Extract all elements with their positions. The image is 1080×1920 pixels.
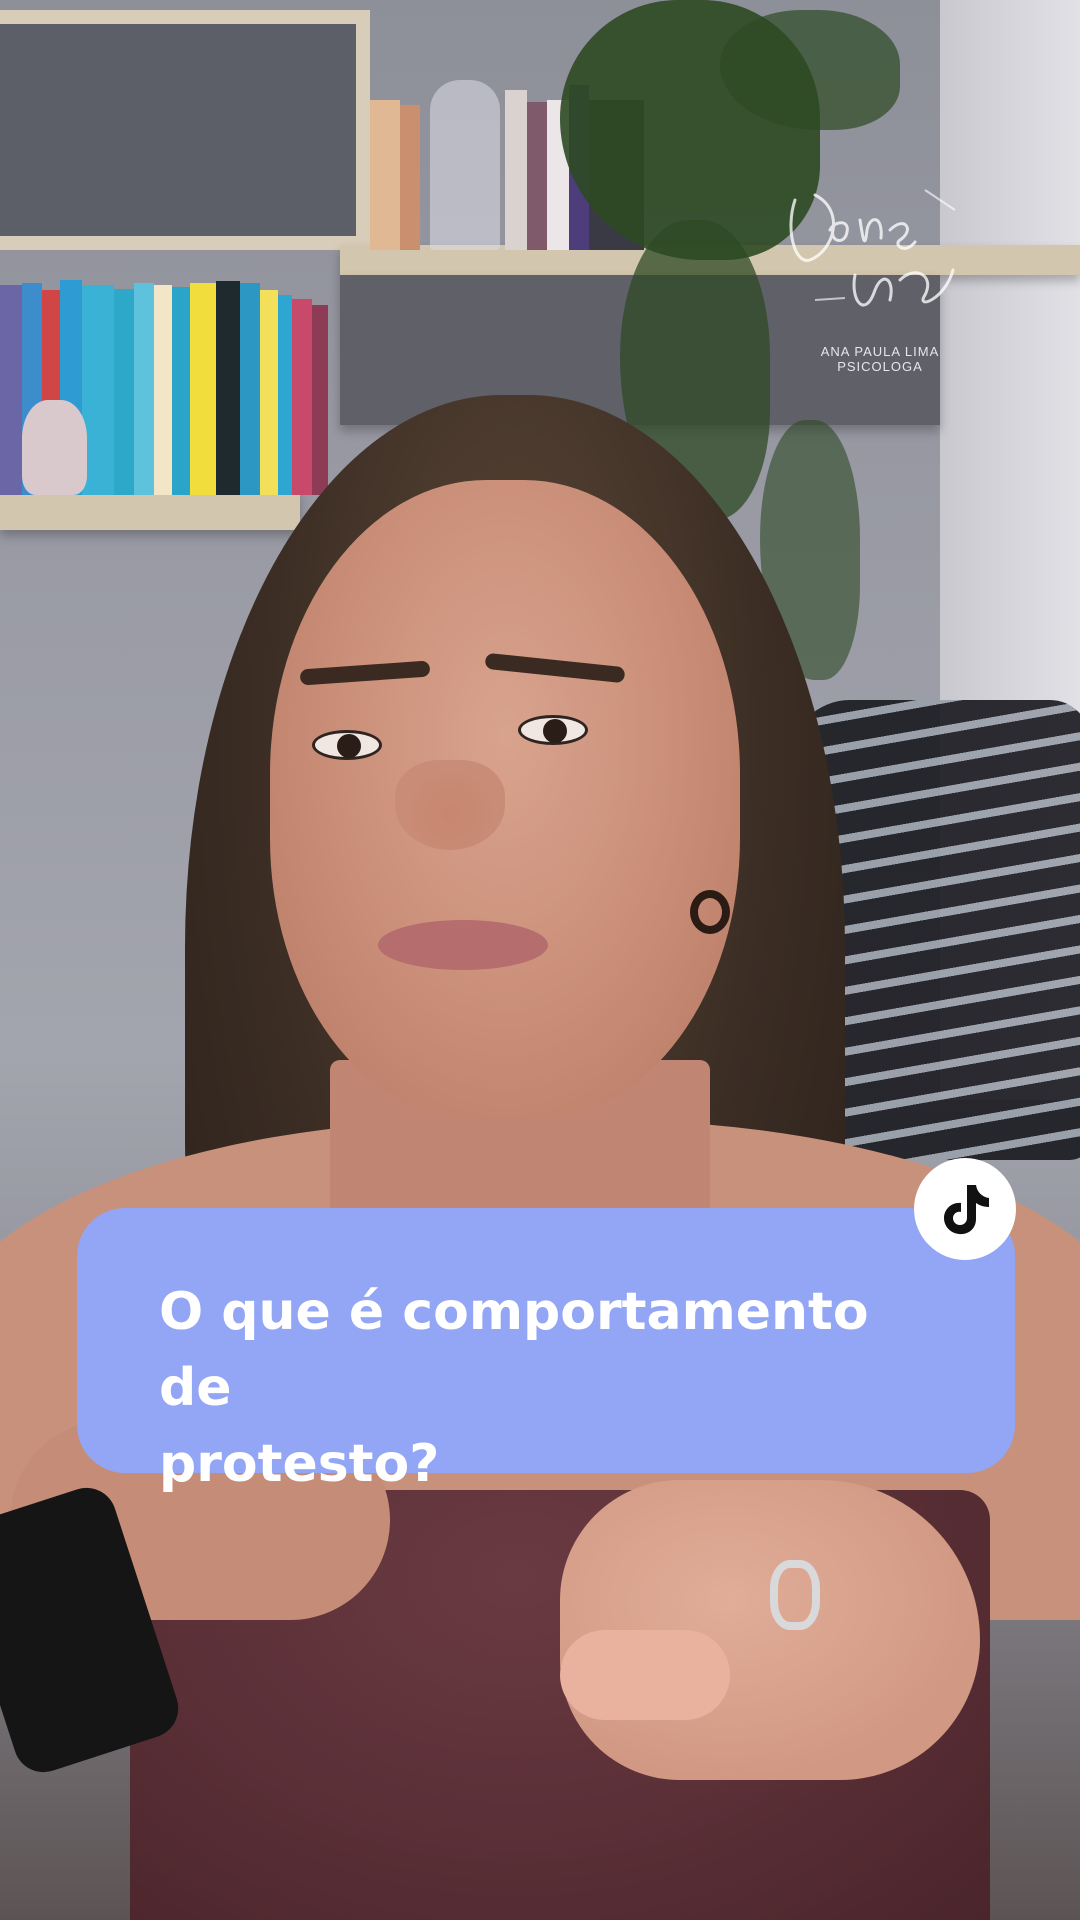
person-lips — [378, 920, 548, 970]
bookshelf-upper — [0, 10, 370, 250]
tiktok-badge[interactable] — [914, 1158, 1016, 1260]
earring — [690, 890, 730, 934]
eye-left — [312, 730, 382, 760]
question-line-2: protesto? — [159, 1434, 440, 1494]
person-thumb — [560, 1630, 730, 1720]
tiktok-icon — [944, 1185, 989, 1235]
vase — [22, 400, 87, 495]
signature-watermark-logo — [789, 189, 956, 307]
person-nose — [395, 760, 505, 850]
person-face — [270, 480, 740, 1120]
shelf-board — [0, 490, 300, 530]
question-text: O que é comportamento de protesto? — [159, 1274, 939, 1502]
question-line-1: O que é comportamento de — [159, 1282, 869, 1418]
ring — [770, 1560, 820, 1630]
question-card: O que é comportamento de protesto? — [77, 1208, 1015, 1494]
watermark-caption: ANA PAULA LIMA PSICOLOGA — [820, 344, 940, 374]
eye-right — [518, 715, 588, 745]
